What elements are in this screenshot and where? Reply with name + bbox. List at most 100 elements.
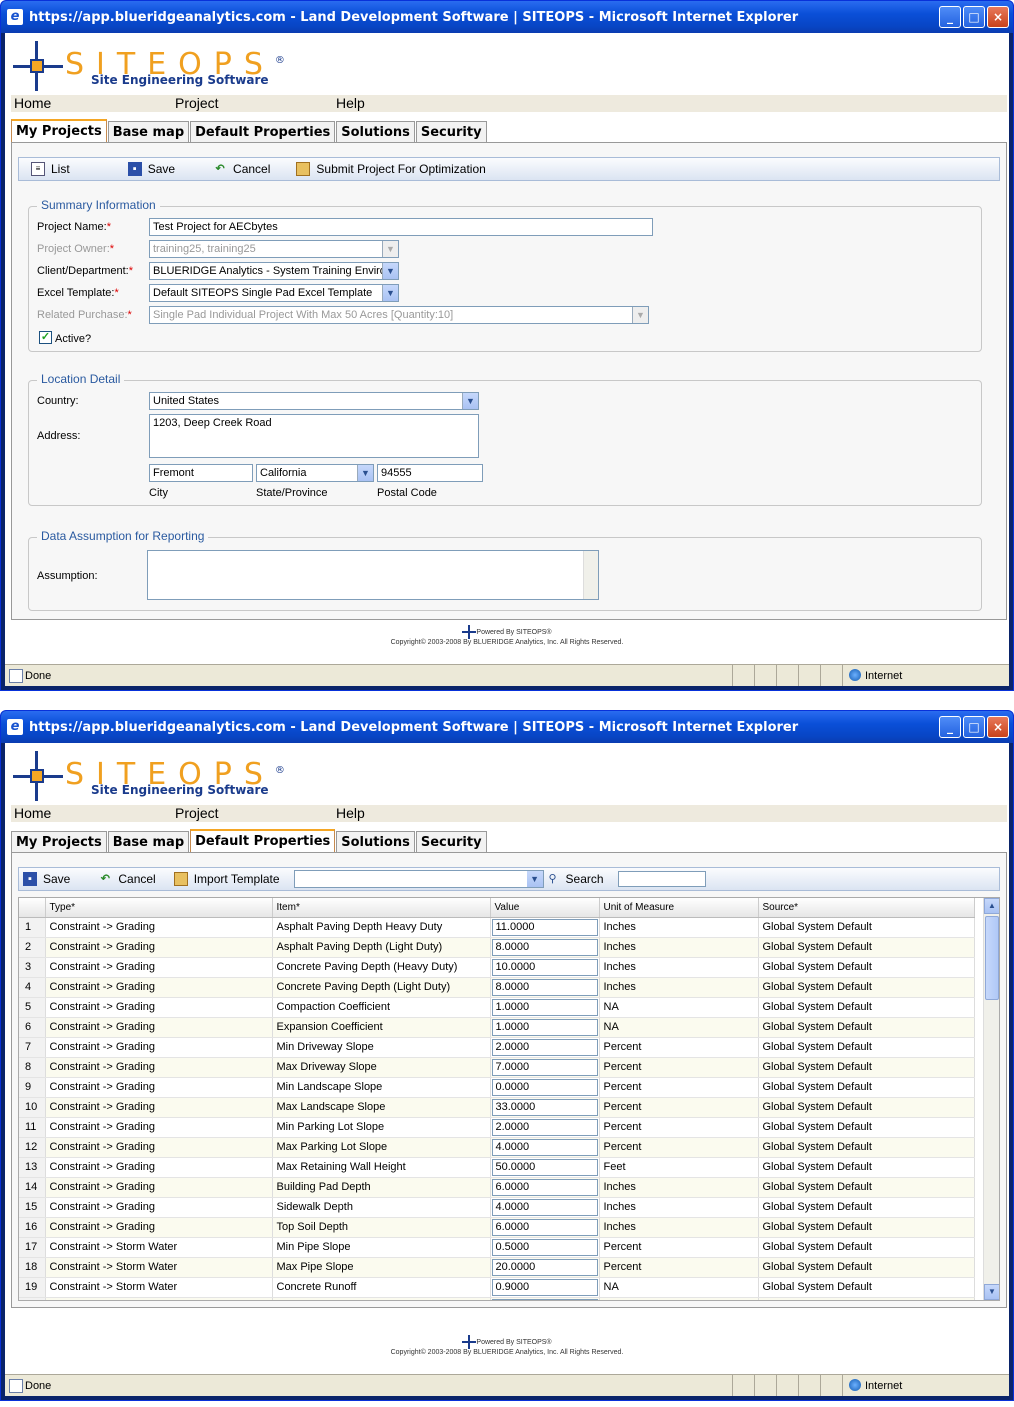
postal-code-input[interactable]: 94555: [377, 464, 483, 482]
column-header-value[interactable]: Value: [490, 898, 600, 918]
close-button[interactable]: ×: [987, 716, 1009, 738]
value-input[interactable]: 33.0000: [491, 1098, 598, 1116]
column-header-index: [19, 898, 46, 918]
scroll-down-icon[interactable]: ▼: [984, 1284, 999, 1300]
tab-base-map[interactable]: Base map: [107, 831, 190, 853]
value-input[interactable]: 4.0000: [491, 1198, 598, 1216]
menu-help[interactable]: Help: [336, 95, 365, 112]
submit-optimization-button[interactable]: Submit Project For Optimization: [296, 162, 486, 176]
row-index: 8: [19, 1057, 46, 1078]
table-row[interactable]: 14 Constraint -> Grading Building Pad Dept…: [19, 1177, 975, 1198]
maximize-button[interactable]: □: [963, 6, 985, 28]
menu-home[interactable]: Home: [14, 95, 51, 112]
title-bar[interactable]: e https://app.blueridgeanalytics.com - L…: [1, 1, 1013, 33]
list-button[interactable]: ≡ List: [31, 162, 70, 176]
value-input[interactable]: 50.0000: [491, 1158, 598, 1176]
value-input[interactable]: 8.0000: [491, 938, 598, 956]
tab-default-properties[interactable]: Default Properties: [190, 829, 336, 853]
value-input[interactable]: 2.0000: [491, 1118, 598, 1136]
row-index: 9: [19, 1077, 46, 1098]
tab-my-projects[interactable]: My Projects: [11, 119, 107, 143]
state-select[interactable]: California ▼: [256, 464, 374, 482]
active-checkbox[interactable]: ✓: [39, 331, 52, 344]
value-input[interactable]: 20.0000: [491, 1258, 598, 1276]
value-input[interactable]: 6.0000: [491, 1178, 598, 1196]
tab-solutions[interactable]: Solutions: [336, 121, 415, 143]
client-select[interactable]: BLUERIDGE Analytics - System Training En…: [149, 262, 399, 280]
table-row[interactable]: 19 Constraint -> Storm Water Concrete Runo…: [19, 1277, 975, 1298]
template-select[interactable]: ▼: [293, 870, 544, 888]
minimize-button[interactable]: _: [939, 716, 961, 738]
table-row[interactable]: 6 Constraint -> Grading Expansion Coeffici…: [19, 1017, 975, 1038]
tab-security[interactable]: Security: [415, 831, 487, 853]
title-bar[interactable]: e https://app.blueridgeanalytics.com - L…: [1, 711, 1013, 743]
table-row[interactable]: 12 Constraint -> Grading Max Parking Lot S…: [19, 1137, 975, 1158]
table-row[interactable]: 13 Constraint -> Grading Max Retaining Wal…: [19, 1157, 975, 1178]
search-button[interactable]: ⚲ Search: [546, 872, 604, 886]
column-header-source[interactable]: Source*: [758, 898, 975, 918]
value-input[interactable]: 2.0000: [491, 1038, 598, 1056]
menu-project[interactable]: Project: [175, 95, 219, 112]
value-input[interactable]: 6.0000: [491, 1218, 598, 1236]
save-button[interactable]: ▪ Save: [127, 162, 175, 176]
tab-default-properties[interactable]: Default Properties: [190, 121, 336, 143]
value-input[interactable]: 8.0000: [491, 978, 598, 996]
row-index: 16: [19, 1217, 46, 1238]
source-cell: Global System Default: [758, 977, 975, 998]
cancel-button[interactable]: ↶ Cancel: [213, 162, 270, 176]
value-input[interactable]: 10.0000: [491, 958, 598, 976]
minimize-button[interactable]: _: [939, 6, 961, 28]
table-row[interactable]: 9 Constraint -> Grading Min Landscape Slop…: [19, 1077, 975, 1098]
address-textarea[interactable]: 1203, Deep Creek Road: [149, 414, 479, 458]
table-row[interactable]: 3 Constraint -> Grading Concrete Paving De…: [19, 957, 975, 978]
table-row[interactable]: 5 Constraint -> Grading Compaction Coeffic…: [19, 997, 975, 1018]
close-button[interactable]: ×: [987, 6, 1009, 28]
tab-solutions[interactable]: Solutions: [336, 831, 415, 853]
table-row[interactable]: 7 Constraint -> Grading Min Driveway Slope…: [19, 1037, 975, 1058]
city-input[interactable]: Fremont: [149, 464, 253, 482]
table-row[interactable]: 17 Constraint -> Storm Water Min Pipe Slop…: [19, 1237, 975, 1258]
value-input[interactable]: 1.0000: [491, 998, 598, 1016]
table-row[interactable]: 18 Constraint -> Storm Water Max Pipe Slop…: [19, 1257, 975, 1278]
source-cell: Global System Default: [758, 1157, 975, 1178]
search-input[interactable]: [617, 871, 706, 887]
country-select[interactable]: United States ▼: [149, 392, 479, 410]
value-input[interactable]: 7.0000: [491, 1058, 598, 1076]
value-input[interactable]: 0.9000: [491, 1278, 598, 1296]
value-input[interactable]: 1.0000: [491, 1018, 598, 1036]
column-header-item[interactable]: Item*: [272, 898, 491, 918]
table-row[interactable]: 15 Constraint -> Grading Sidewalk Depth 4.0…: [19, 1197, 975, 1218]
table-row[interactable]: 1 Constraint -> Grading Asphalt Paving Dep…: [19, 917, 975, 938]
grid-scrollbar[interactable]: ▲ ▼: [983, 898, 999, 1300]
column-header-unit[interactable]: Unit of Measure: [599, 898, 759, 918]
maximize-button[interactable]: □: [963, 716, 985, 738]
table-row[interactable]: 8 Constraint -> Grading Max Driveway Slope…: [19, 1057, 975, 1078]
table-row[interactable]: 10 Constraint -> Grading Max Landscape Slo…: [19, 1097, 975, 1118]
menu-project[interactable]: Project: [175, 805, 219, 822]
assumption-scrollbar[interactable]: [583, 551, 598, 599]
table-row[interactable]: 11 Constraint -> Grading Min Parking Lot S…: [19, 1117, 975, 1138]
tab-my-projects[interactable]: My Projects: [11, 831, 107, 853]
column-header-type[interactable]: Type*: [45, 898, 273, 918]
assumption-textarea[interactable]: [147, 550, 599, 600]
menu-home[interactable]: Home: [14, 805, 51, 822]
scroll-thumb[interactable]: [985, 916, 999, 1000]
menu-help[interactable]: Help: [336, 805, 365, 822]
save-button[interactable]: ▪ Save: [23, 872, 70, 886]
scroll-up-icon[interactable]: ▲: [984, 898, 999, 914]
value-input[interactable]: 4.0000: [491, 1138, 598, 1156]
value-input[interactable]: 0.5000: [491, 1238, 598, 1256]
value-input[interactable]: 2.0000: [491, 1298, 598, 1300]
tab-base-map[interactable]: Base map: [107, 121, 190, 143]
project-name-input[interactable]: Test Project for AECbytes: [149, 218, 653, 236]
value-input[interactable]: 11.0000: [491, 918, 598, 936]
table-row[interactable]: 2 Constraint -> Grading Asphalt Paving Dep…: [19, 937, 975, 958]
import-template-button[interactable]: Import Template: [173, 872, 280, 886]
value-input[interactable]: 0.0000: [491, 1078, 598, 1096]
table-row[interactable]: 4 Constraint -> Grading Concrete Paving De…: [19, 977, 975, 998]
tab-security[interactable]: Security: [415, 121, 487, 143]
table-row[interactable]: 20Constraint -> Storm WaterFall Height T…: [19, 1297, 975, 1300]
cancel-button[interactable]: ↶ Cancel: [98, 872, 156, 886]
table-row[interactable]: 16 Constraint -> Grading Top Soil Depth 6.0…: [19, 1217, 975, 1238]
excel-template-select[interactable]: Default SITEOPS Single Pad Excel Templat…: [149, 284, 399, 302]
